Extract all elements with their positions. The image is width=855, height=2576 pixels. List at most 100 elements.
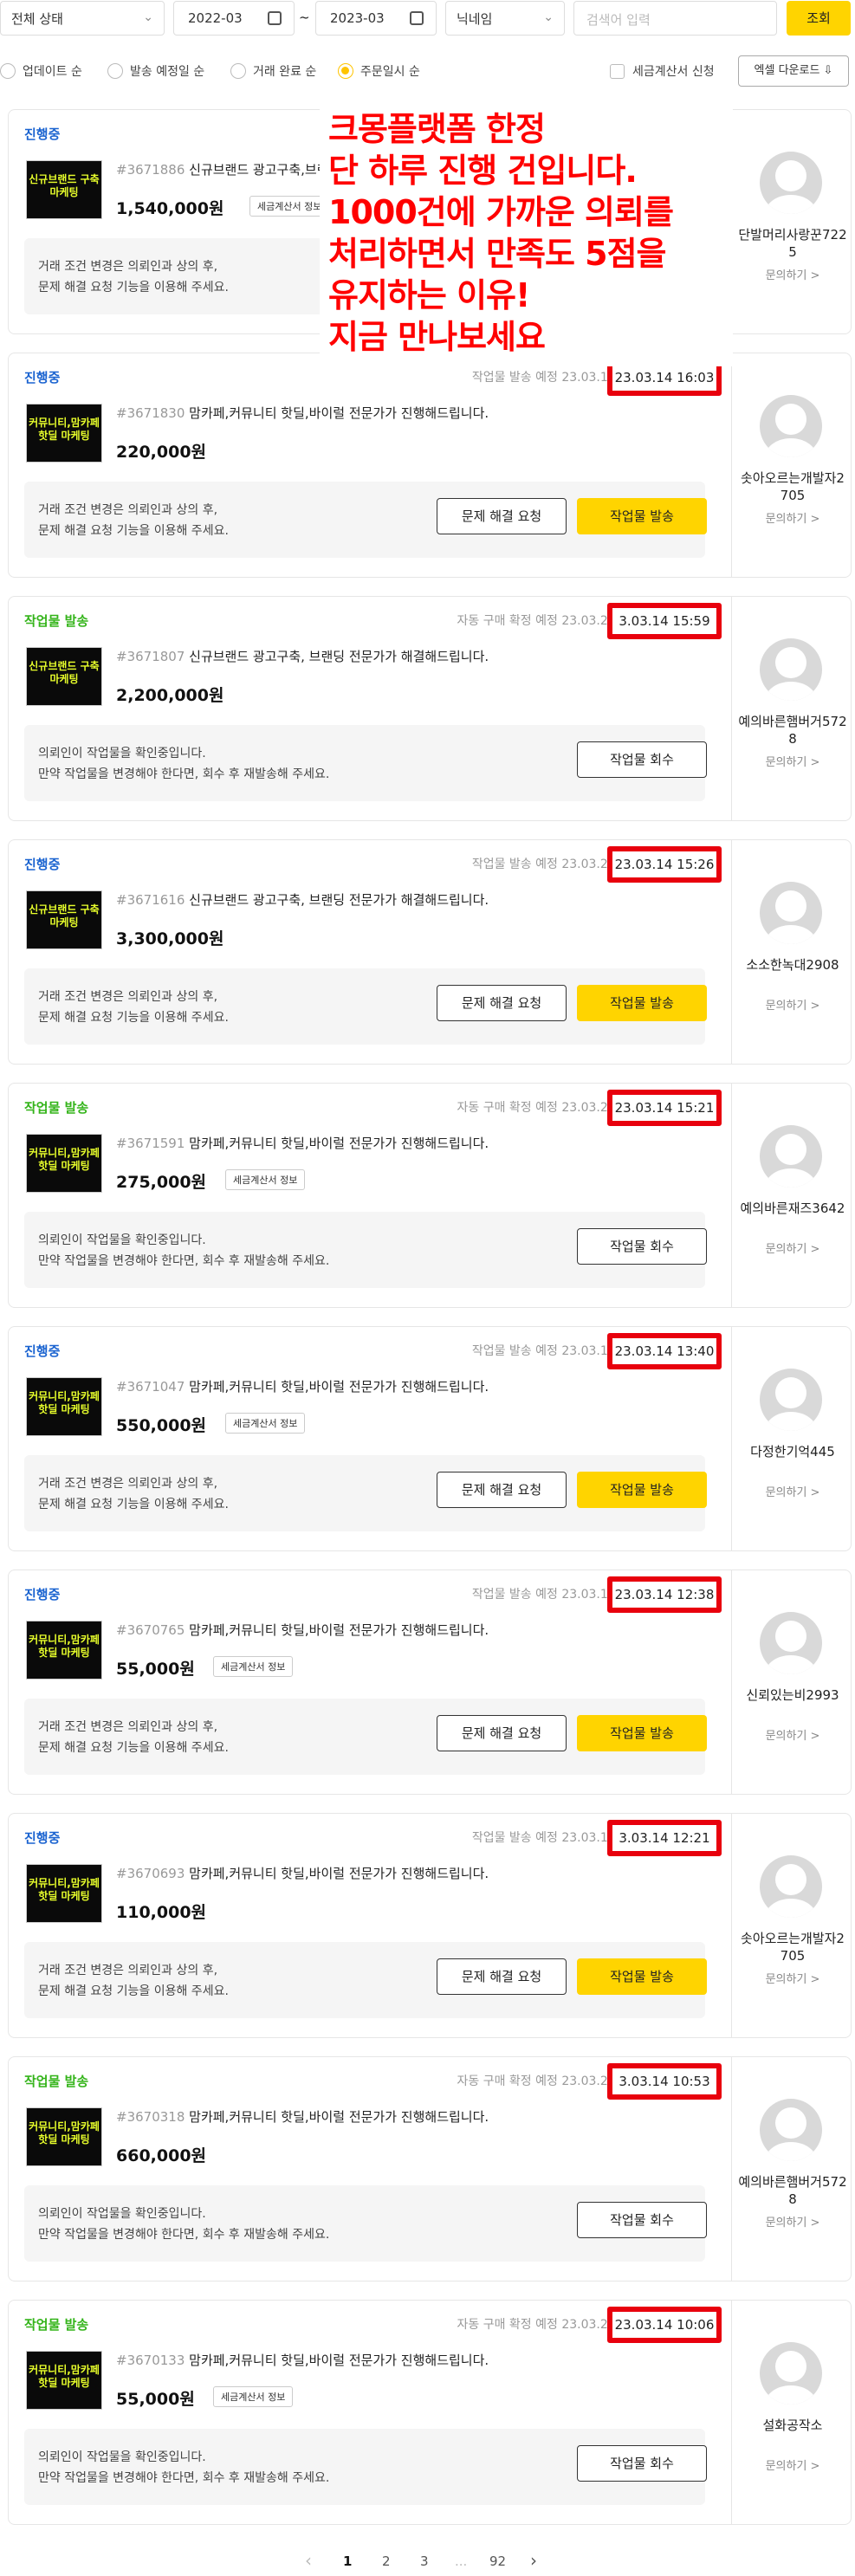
retrieve-work-button[interactable]: 작업물 회수 [577,2445,707,2482]
order-title[interactable]: #3671807 신규브랜드 광고구축, 브랜딩 전문가가 해결해드립니다. [116,647,601,665]
nickname-select[interactable]: 닉네임 ⌄ [445,1,565,36]
send-work-button[interactable]: 작업물 발송 [577,985,707,1021]
issue-request-button[interactable]: 문제 해결 요청 [437,498,567,534]
gig-thumbnail[interactable]: 신규브랜드 구축 마케팅 [26,890,102,949]
issue-request-button[interactable]: 문제 해결 요청 [437,1715,567,1751]
avatar[interactable] [760,638,822,701]
tax-info-badge[interactable]: 세금계산서 정보 [249,196,330,217]
status-label: 진행중 [24,370,61,385]
inquiry-link[interactable]: 문의하기 > [732,1970,853,1986]
order-title[interactable]: #3671047 맘카페,커뮤니티 핫딜,바이럴 전문가가 진행해드립니다. [116,1377,601,1395]
issue-request-button[interactable]: 문제 해결 요청 [437,1472,567,1508]
buyer-name[interactable]: 예의바른햄버거5728 [737,2173,848,2208]
notice-line: 거래 조건 변경은 의뢰인과 상의 후, [38,503,218,517]
search-button[interactable]: 조회 [787,1,851,36]
send-work-button[interactable]: 작업물 발송 [577,1472,707,1508]
page-link[interactable]: 3 [420,2553,429,2569]
date-to-picker[interactable]: 2023-03 [315,1,437,36]
order-card: 작업물 발송자동 구매 확정 예정 23.03.21 11:17주문일시23.0… [8,2300,852,2525]
gig-thumbnail[interactable]: 커뮤니티,맘카페 핫딜 마케팅 [26,1621,102,1680]
inquiry-link[interactable]: 문의하기 > [732,753,853,769]
avatar[interactable] [760,1855,822,1918]
gig-thumbnail[interactable]: 커뮤니티,맘카페 핫딜 마케팅 [26,404,102,463]
retrieve-work-button[interactable]: 작업물 회수 [577,2202,707,2238]
inquiry-link[interactable]: 문의하기 > [732,2456,853,2473]
issue-request-button[interactable]: 문제 해결 요청 [437,985,567,1021]
filter-bar: 전체 상태 ⌄ 2022-03 ~ 2023-03 닉네임 ⌄ 검색어 입력 조… [0,0,855,87]
avatar[interactable] [760,1125,822,1188]
search-input[interactable]: 검색어 입력 [573,1,777,36]
page-link[interactable]: 1 [343,2553,352,2569]
buyer-name[interactable]: 다정한기억445 [737,1443,848,1460]
inquiry-link[interactable]: 문의하기 > [732,509,853,526]
buyer-name[interactable]: 솟아오르는개발자2705 [737,469,848,504]
gig-thumbnail[interactable]: 커뮤니티,맘카페 핫딜 마케팅 [26,1134,102,1193]
order-title[interactable]: #3670133 맘카페,커뮤니티 핫딜,바이럴 전문가가 진행해드립니다. [116,2351,601,2369]
sort-radio-order-date[interactable]: 주문일시 순 [338,62,420,80]
buyer-name[interactable]: 소소한녹대2908 [737,956,848,974]
buyer-name[interactable]: 솟아오르는개발자2705 [737,1930,848,1964]
buyer-name[interactable]: 설화공작소 [737,2417,848,2434]
buyer-name[interactable]: 단발머리사랑꾼7225 [737,226,848,261]
gig-title: 맘카페,커뮤니티 핫딜,바이럴 전문가가 진행해드립니다. [189,405,489,421]
send-work-button[interactable]: 작업물 발송 [577,1715,707,1751]
gig-thumbnail[interactable]: 신규브랜드 구축 마케팅 [26,647,102,706]
date-from-picker[interactable]: 2022-03 [173,1,295,36]
order-title[interactable]: #3670693 맘카페,커뮤니티 핫딜,바이럴 전문가가 진행해드립니다. [116,1864,601,1882]
order-card: 진행중작업물 발송 예정 23.03.17 16:36주문일시23.03.14 … [8,1326,852,1551]
tax-info-badge[interactable]: 세금계산서 정보 [225,1413,306,1434]
order-title[interactable]: #3670765 맘카페,커뮤니티 핫딜,바이럴 전문가가 진행해드립니다. [116,1621,601,1639]
excel-download-button[interactable]: 엑셀 다운로드 ⇩ [738,55,849,87]
order-title[interactable]: #3671830 맘카페,커뮤니티 핫딜,바이럴 전문가가 진행해드립니다. [116,404,601,422]
gig-thumbnail[interactable]: 커뮤니티,맘카페 핫딜 마케팅 [26,1864,102,1923]
page-link[interactable]: 92 [489,2553,506,2569]
avatar[interactable] [760,395,822,457]
send-work-button[interactable]: 작업물 발송 [577,498,707,534]
prev-page-icon[interactable]: ‹ [305,2550,312,2571]
sort-radio-update[interactable]: 업데이트 순 [0,62,82,80]
avatar[interactable] [760,882,822,944]
inquiry-link[interactable]: 문의하기 > [732,2213,853,2230]
inquiry-link[interactable]: 문의하기 > [732,266,853,282]
buyer-name[interactable]: 예의바른재즈3642 [737,1200,848,1217]
status-select[interactable]: 전체 상태 ⌄ [0,1,165,36]
buyer-name[interactable]: 예의바른햄버거5728 [737,713,848,748]
status-label: 진행중 [24,1343,61,1359]
gig-thumbnail[interactable]: 신규브랜드 구축 마케팅 [26,160,102,219]
avatar[interactable] [760,1612,822,1674]
order-price: 550,000원 [116,1416,207,1435]
retrieve-work-button[interactable]: 작업물 회수 [577,741,707,778]
gig-title: 맘카페,커뮤니티 핫딜,바이럴 전문가가 진행해드립니다. [189,1136,489,1151]
tax-invoice-checkbox[interactable]: 세금계산서 신청 [610,62,715,80]
order-title[interactable]: #3670318 맘카페,커뮤니티 핫딜,바이럴 전문가가 진행해드립니다. [116,2107,601,2126]
inquiry-link[interactable]: 문의하기 > [732,996,853,1013]
avatar[interactable] [760,152,822,214]
buyer-name[interactable]: 신뢰있는비2993 [737,1686,848,1704]
sort-radio-due[interactable]: 발송 예정일 순 [107,62,204,80]
avatar[interactable] [760,2342,822,2404]
status-label: 진행중 [24,1587,61,1602]
gig-thumbnail[interactable]: 커뮤니티,맘카페 핫딜 마케팅 [26,1377,102,1436]
notice-line: 문제 해결 요청 기능을 이용해 주세요. [38,1498,229,1511]
gig-thumbnail[interactable]: 커뮤니티,맘카페 핫딜 마케팅 [26,2107,102,2166]
issue-request-button[interactable]: 문제 해결 요청 [437,1958,567,1995]
gig-thumbnail[interactable]: 커뮤니티,맘카페 핫딜 마케팅 [26,2351,102,2410]
tax-info-badge[interactable]: 세금계산서 정보 [225,1169,306,1190]
order-title[interactable]: #3671616 신규브랜드 광고구축, 브랜딩 전문가가 해결해드립니다. [116,890,601,909]
order-title[interactable]: #3671591 맘카페,커뮤니티 핫딜,바이럴 전문가가 진행해드립니다. [116,1134,601,1152]
send-work-button[interactable]: 작업물 발송 [577,1958,707,1995]
next-page-icon[interactable]: › [530,2550,537,2571]
order-price: 660,000원 [116,2146,207,2165]
avatar[interactable] [760,1369,822,1431]
tax-info-badge[interactable]: 세금계산서 정보 [213,1656,294,1677]
retrieve-work-button[interactable]: 작업물 회수 [577,1228,707,1265]
avatar[interactable] [760,2099,822,2161]
inquiry-link[interactable]: 문의하기 > [732,1483,853,1499]
sort-radio-complete[interactable]: 거래 완료 순 [230,62,316,80]
inquiry-link[interactable]: 문의하기 > [732,1726,853,1743]
tax-info-badge[interactable]: 세금계산서 정보 [213,2386,294,2407]
order-time-highlight: 23.03.14 10:06 [607,2307,722,2343]
page-link[interactable]: 2 [382,2553,391,2569]
inquiry-link[interactable]: 문의하기 > [732,1239,853,1256]
thumbnail-text: 커뮤니티,맘카페 핫딜 마케팅 [29,417,100,442]
